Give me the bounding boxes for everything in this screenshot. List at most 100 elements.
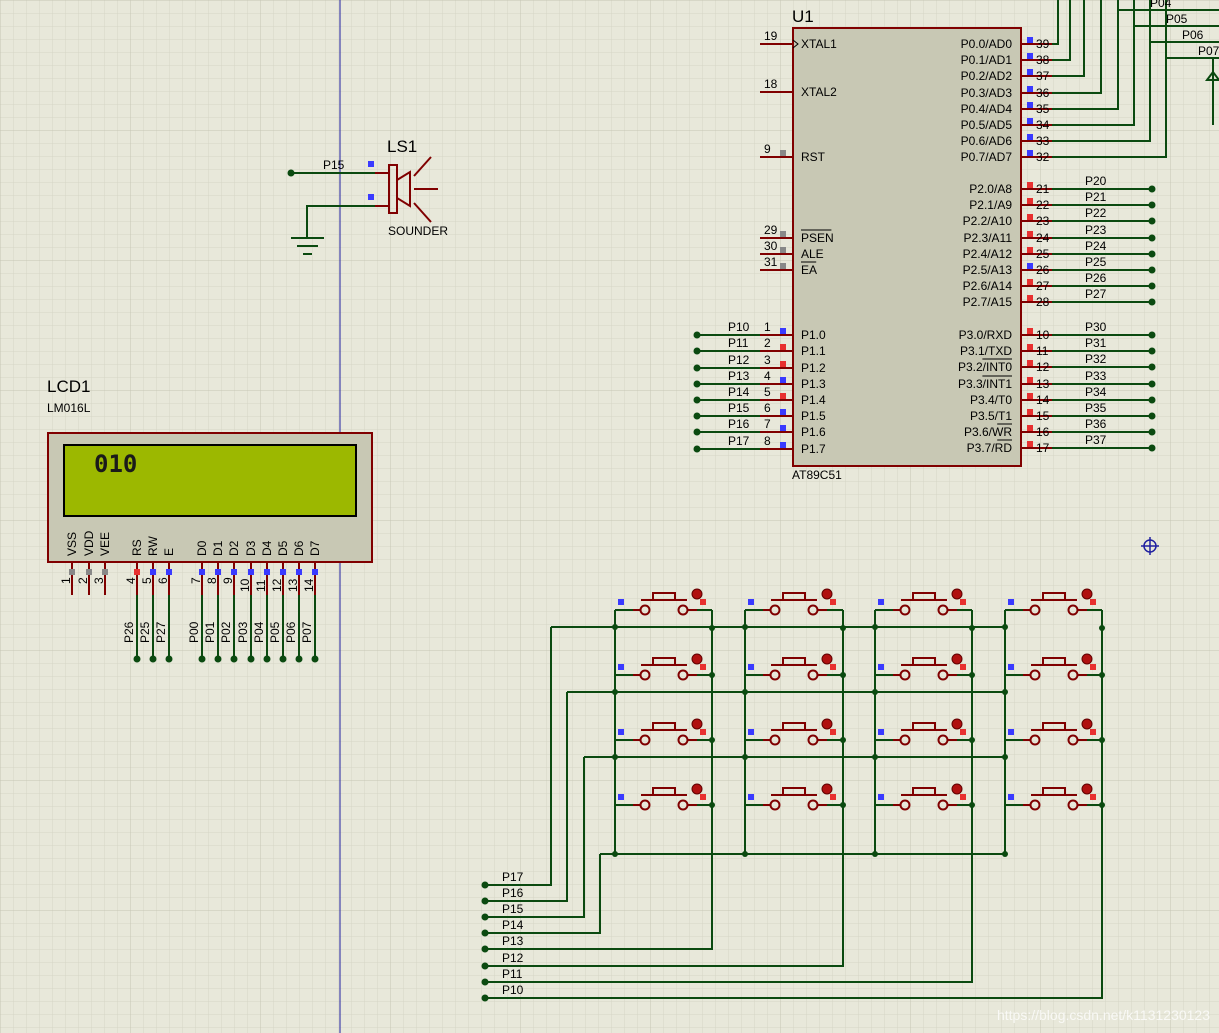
u1-pin-number: 5 <box>764 385 771 399</box>
u1-pin-label: EA <box>801 263 817 277</box>
u1-pin-label: P1.1 <box>801 344 826 358</box>
u1-pin-marker <box>1027 134 1033 140</box>
lcd1-part: LM016L <box>47 401 91 415</box>
u1-pin-number: 25 <box>1036 247 1050 261</box>
lcd1-pin-marker <box>150 569 156 575</box>
u1-net-label: P20 <box>1085 174 1107 188</box>
u1-pin-number: 26 <box>1036 263 1050 277</box>
u1-pin-marker <box>1027 425 1033 431</box>
u1-pin-marker <box>1027 198 1033 204</box>
u1-pin-number: 37 <box>1036 69 1050 83</box>
u1-net-label: P33 <box>1085 369 1107 383</box>
lcd1-pin-number: 13 <box>286 578 300 592</box>
u1-pin-number: 30 <box>764 239 778 253</box>
u1-pin-marker <box>1027 37 1033 43</box>
lcd1-net-label: P00 <box>187 621 201 643</box>
u1-pin-number: 39 <box>1036 37 1050 51</box>
lcd1-net-label: P26 <box>122 621 136 643</box>
u1-pin-34[interactable]: 34 P0.5/AD5 <box>961 118 1052 132</box>
lcd1-pin-marker <box>231 569 237 575</box>
lcd1-net-label: P27 <box>154 621 168 643</box>
u1-pin-marker <box>780 377 786 383</box>
lcd1-pin-number: 1 <box>59 577 73 584</box>
u1-net-label: P10 <box>728 320 750 334</box>
u1-pin-label: P2.2/A10 <box>963 214 1013 228</box>
u1-net-label: P12 <box>728 353 750 367</box>
u1-pin-marker <box>780 361 786 367</box>
u1-pin-label: P2.1/A9 <box>969 198 1012 212</box>
lcd1-net-label: P06 <box>284 621 298 643</box>
schematic-canvas[interactable]: U1 AT89C51 19XTAL118XTAL29RST29PSEN30ALE… <box>0 0 1219 1033</box>
u1-pin-number: 28 <box>1036 295 1050 309</box>
u1-pin-35[interactable]: 35 P0.4/AD4 <box>961 102 1052 116</box>
u1-pin-number: 22 <box>1036 198 1050 212</box>
u1-part: AT89C51 <box>792 468 842 482</box>
u1-pin-38[interactable]: 38 P0.1/AD1 <box>961 53 1052 67</box>
lcd1-pin-marker <box>280 569 286 575</box>
lcd1-pin-marker <box>134 569 140 575</box>
u1-net-label: P37 <box>1085 433 1107 447</box>
u1-pin-label: P2.3/A11 <box>964 231 1013 245</box>
u1-pin-marker <box>1027 344 1033 350</box>
u1-pin-marker <box>1027 102 1033 108</box>
ls1-ref: LS1 <box>387 137 417 156</box>
lcd1-net-label: P01 <box>203 621 217 643</box>
u1-pin-label: P0.0/AD0 <box>961 37 1013 51</box>
u1-pin-label: P1.5 <box>801 409 826 423</box>
lcd1-pin-label: D0 <box>195 540 209 556</box>
u1-pin-marker <box>780 328 786 334</box>
u1-pin-number: 29 <box>764 223 778 237</box>
lcd1-pin-marker <box>166 569 172 575</box>
lcd1-pin-label: RS <box>130 539 144 556</box>
u1-net-label: P31 <box>1085 336 1107 350</box>
u1-pin-37[interactable]: 37 P0.2/AD2 <box>961 69 1052 83</box>
u1-pin-number: 19 <box>764 29 778 43</box>
u1-pin-marker <box>1027 393 1033 399</box>
u1-pin-label: P0.4/AD4 <box>961 102 1013 116</box>
u1-pin-39[interactable]: 39 P0.0/AD0 <box>961 37 1052 51</box>
u1-pin-label: P3.0/RXD <box>959 328 1013 342</box>
u1-ref: U1 <box>792 7 814 26</box>
u1-pin-marker <box>1027 377 1033 383</box>
lcd1-pin-label: VSS <box>65 532 79 556</box>
lcd1-pin-label: D7 <box>308 540 322 556</box>
u1-pin-number: 9 <box>764 142 771 156</box>
lcd1-net-label: P03 <box>236 621 250 643</box>
keypad-net-label: P14 <box>502 918 524 932</box>
u1-pin-marker <box>1027 118 1033 124</box>
u1-pin-marker <box>1027 69 1033 75</box>
u1-pin-label: P3.3/INT1 <box>958 377 1012 391</box>
u1-pin-36[interactable]: 36 P0.3/AD3 <box>961 86 1052 100</box>
u1-net-label: P30 <box>1085 320 1107 334</box>
u1-net-label: P13 <box>728 369 750 383</box>
lcd1-pin-label: D5 <box>276 540 290 556</box>
u1-pin-number: 15 <box>1036 409 1050 423</box>
ls1-part: SOUNDER <box>388 224 448 238</box>
lcd1-pin-number: 11 <box>254 579 268 592</box>
u1-pin-marker <box>1027 263 1033 269</box>
u1-pin-label: P3.1/TXD <box>960 344 1012 358</box>
lcd1-pin-marker <box>69 569 75 575</box>
u1-pin-marker <box>780 393 786 399</box>
u1-pin-marker <box>780 425 786 431</box>
keypad-net-label: P16 <box>502 886 524 900</box>
u1-net-label: P32 <box>1085 352 1107 366</box>
p0-net-label: P07 <box>1198 44 1219 58</box>
lcd1-pin-marker <box>264 569 270 575</box>
lcd1-net-label: P02 <box>219 621 233 643</box>
u1-pin-32[interactable]: 32 P0.7/AD7 <box>961 150 1052 164</box>
u1-net-label: P26 <box>1085 271 1107 285</box>
u1-pin-number: 23 <box>1036 214 1050 228</box>
u1-pin-label: P0.1/AD1 <box>961 53 1013 67</box>
lcd1-net-label: P04 <box>252 621 266 643</box>
u1-pin-label: XTAL2 <box>801 85 837 99</box>
keypad-net-label: P12 <box>502 951 524 965</box>
keypad-net-label: P17 <box>502 870 524 884</box>
u1-pin-number: 6 <box>764 401 771 415</box>
u1-pin-33[interactable]: 33 P0.6/AD6 <box>961 134 1052 148</box>
u1-pin-number: 11 <box>1036 344 1049 358</box>
u1-pin-marker <box>780 247 786 253</box>
p0-net-label: P04 <box>1150 0 1172 10</box>
u1-pin-label: P3.4/T0 <box>970 393 1012 407</box>
lcd1-pin-number: 12 <box>270 578 284 592</box>
